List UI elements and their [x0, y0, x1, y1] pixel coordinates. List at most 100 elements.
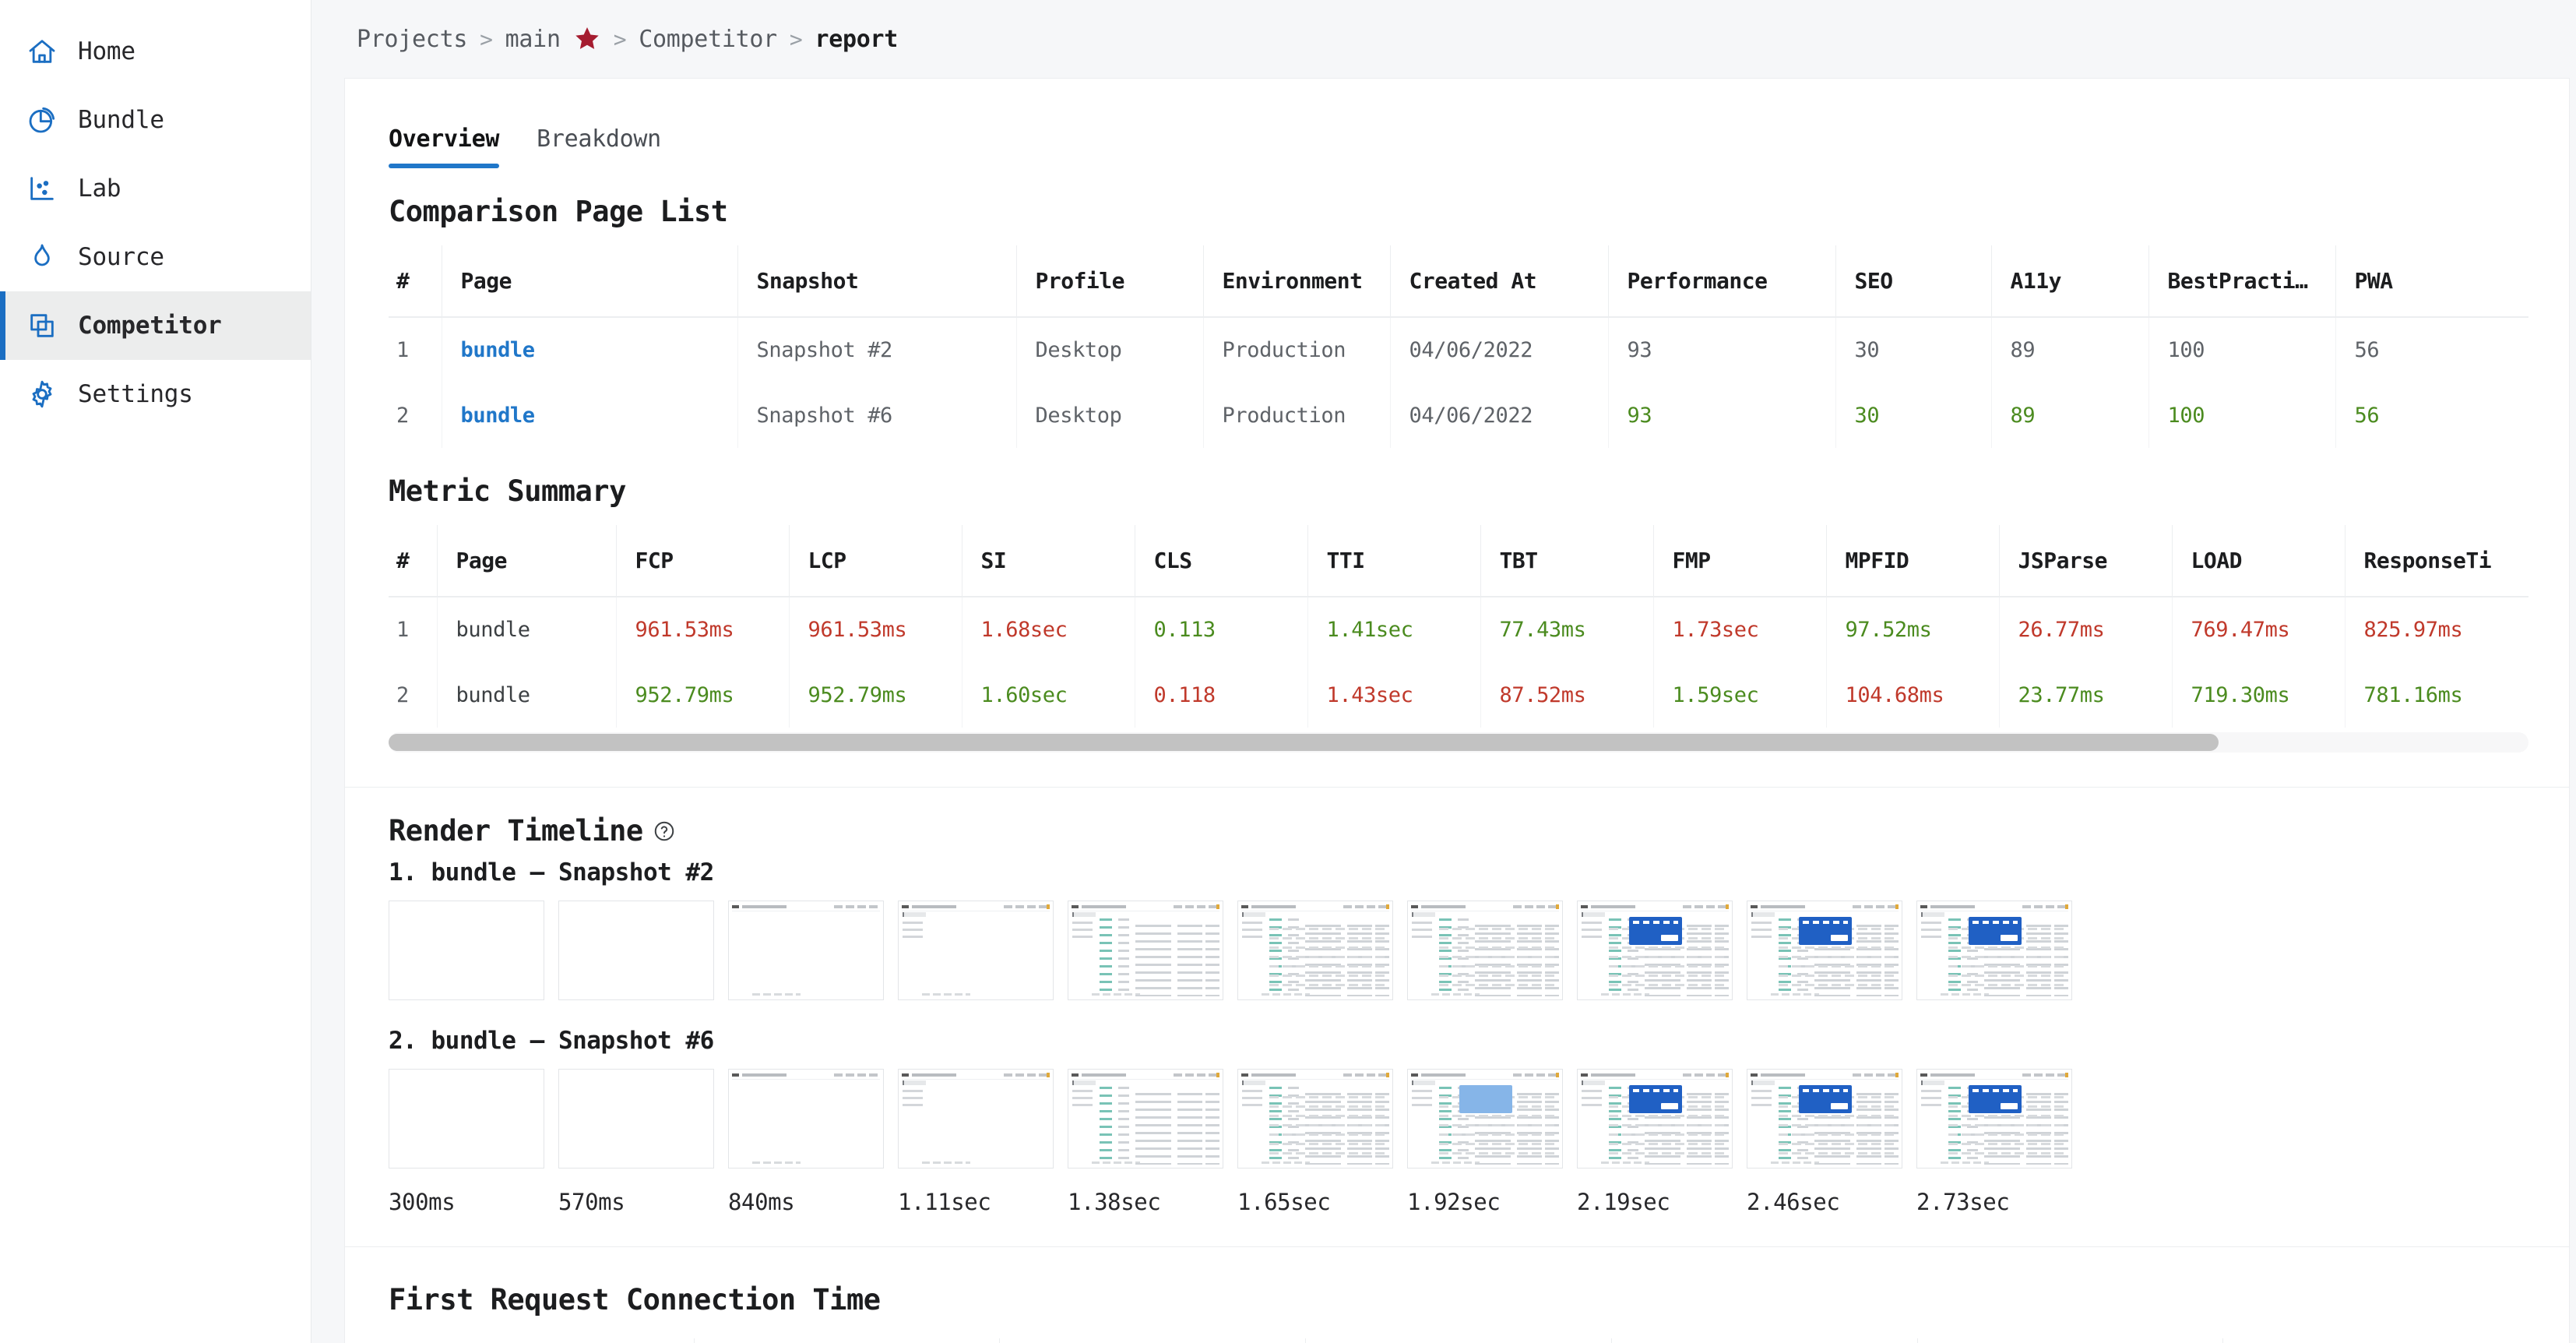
timeline-frame[interactable] — [898, 901, 1054, 1000]
breadcrumb-separator: > — [789, 26, 803, 52]
cell-seo: 30 — [1835, 317, 1991, 382]
cell-load: 719.30ms — [2171, 662, 2345, 728]
cell-page: bundle — [441, 382, 737, 448]
col-snapshot[interactable]: Snapshot — [737, 245, 1016, 318]
sidebar-item-label: Bundle — [78, 106, 164, 134]
render-timeline-title: Render Timeline — [345, 788, 2569, 848]
breadcrumb-projects[interactable]: Projects — [357, 26, 467, 53]
col-jsparse[interactable]: JSParse — [1998, 525, 2172, 597]
sidebar-item-bundle[interactable]: Bundle — [0, 86, 311, 154]
sidebar-item-lab[interactable]: Lab — [0, 154, 311, 223]
report-panel: Overview Breakdown Comparison Page List — [344, 78, 2570, 1343]
col-load[interactable]: LOAD — [2171, 525, 2345, 597]
cell-fmp: 1.73sec — [1652, 597, 1826, 662]
first-request-col — [389, 1338, 694, 1343]
col-seo[interactable]: SEO — [1835, 245, 1991, 318]
timeline-time-label: 1.38sec — [1068, 1189, 1161, 1215]
col-performance[interactable]: Performance — [1607, 245, 1835, 318]
cell-responsetime: 825.97ms — [2344, 597, 2528, 662]
page-link[interactable]: bundle — [461, 338, 536, 362]
page-link[interactable]: bundle — [461, 404, 536, 428]
table-row[interactable]: 2 bundle 952.79ms 952.79ms 1.60sec 0.118… — [389, 662, 2528, 728]
timeline-frame[interactable] — [389, 1069, 544, 1169]
col-fcp[interactable]: FCP — [615, 525, 789, 597]
timeline-frame[interactable] — [558, 901, 714, 1000]
timeline-frame[interactable] — [1237, 1069, 1393, 1169]
timeline-frame[interactable] — [1407, 1069, 1563, 1169]
table-row[interactable]: 2 bundle Snapshot #6 Desktop Production … — [389, 382, 2528, 448]
timeline-frame[interactable] — [1916, 1069, 2072, 1169]
col-lcp[interactable]: LCP — [788, 525, 962, 597]
sidebar-item-settings[interactable]: Settings — [0, 360, 311, 428]
timeline-time-label: 2.19sec — [1577, 1189, 1670, 1215]
cell-si: 1.68sec — [961, 597, 1135, 662]
col-pwa[interactable]: PWA — [2335, 245, 2528, 318]
timeline-time-labels: 300ms 570ms 840ms 1.11sec 1.38sec 1.65sec 1.92… — [345, 1169, 2569, 1215]
col-fmp[interactable]: FMP — [1652, 525, 1826, 597]
col-a11y[interactable]: A11y — [1990, 245, 2148, 318]
col-tti[interactable]: TTI — [1307, 525, 1480, 597]
table-row[interactable]: 1 bundle Snapshot #2 Desktop Production … — [389, 317, 2528, 382]
col-mpfid[interactable]: MPFID — [1825, 525, 1999, 597]
col-page[interactable]: Page — [436, 525, 616, 597]
sidebar-item-competitor[interactable]: Competitor — [0, 291, 311, 360]
col-profile[interactable]: Profile — [1015, 245, 1203, 318]
timeline-frame[interactable] — [1237, 901, 1393, 1000]
strip-label-1: 1. bundle — Snapshot #2 — [389, 858, 714, 887]
col-environment[interactable]: Environment — [1202, 245, 1390, 318]
timeline-frame[interactable] — [558, 1069, 714, 1169]
timeline-frame[interactable] — [898, 1069, 1054, 1169]
strip-label-2: 2. bundle — Snapshot #6 — [389, 1027, 714, 1055]
cell-index: 1 — [396, 618, 409, 642]
timeline-frame[interactable] — [728, 1069, 884, 1169]
scrollbar-thumb[interactable] — [389, 734, 2219, 751]
col-si[interactable]: SI — [961, 525, 1135, 597]
tab-breakdown[interactable]: Breakdown — [519, 125, 678, 168]
tab-bar: Overview Breakdown — [345, 79, 2569, 168]
cell-snapshot: Snapshot #2 — [737, 317, 1016, 382]
cell-tti: 1.43sec — [1307, 662, 1480, 728]
cell-lcp: 961.53ms — [788, 597, 962, 662]
copy-layers-icon — [26, 310, 58, 341]
col-bestpractices[interactable]: BestPracti… — [2148, 245, 2335, 318]
col-tbt[interactable]: TBT — [1480, 525, 1653, 597]
question-circle-icon[interactable] — [653, 820, 676, 843]
col-created-at[interactable]: Created At — [1389, 245, 1608, 318]
timeline-frame[interactable] — [728, 901, 884, 1000]
flame-icon — [26, 241, 58, 273]
cell-environment: Production — [1202, 382, 1390, 448]
breadcrumb-competitor[interactable]: Competitor — [639, 26, 777, 53]
timeline-frame[interactable] — [1916, 901, 2072, 1000]
col-index[interactable]: # — [389, 525, 437, 597]
col-index[interactable]: # — [389, 245, 442, 318]
cell-created-at: 04/06/2022 — [1389, 382, 1608, 448]
table-row[interactable]: 1 bundle 961.53ms 961.53ms 1.68sec 0.113… — [389, 597, 2528, 662]
timeline-frame[interactable] — [389, 901, 544, 1000]
col-cls[interactable]: CLS — [1134, 525, 1307, 597]
timeline-time-label: 840ms — [728, 1189, 795, 1215]
filmstrip-1 — [345, 887, 2569, 1000]
col-responsetime[interactable]: ResponseTi — [2344, 525, 2528, 597]
breadcrumb-main[interactable]: main — [505, 26, 561, 53]
cell-index: 2 — [396, 403, 409, 428]
cell-bestpractices: 100 — [2148, 382, 2335, 448]
cell-environment: Production — [1202, 317, 1390, 382]
metrics-horizontal-scrollbar[interactable] — [389, 732, 2528, 753]
render-timeline-title-text: Render Timeline — [389, 814, 643, 848]
timeline-frame[interactable] — [1407, 901, 1563, 1000]
timeline-frame[interactable] — [1068, 1069, 1223, 1169]
timeline-frame[interactable] — [1068, 901, 1223, 1000]
cell-page: bundle — [436, 662, 616, 728]
timeline-frame[interactable] — [1747, 901, 1902, 1000]
first-request-col — [693, 1338, 1000, 1343]
sidebar-item-source[interactable]: Source — [0, 223, 311, 291]
first-request-col — [999, 1338, 1305, 1343]
timeline-frame[interactable] — [1577, 901, 1733, 1000]
sidebar-item-home[interactable]: Home — [0, 17, 311, 86]
timeline-frame[interactable] — [1577, 1069, 1733, 1169]
timeline-frame[interactable] — [1747, 1069, 1902, 1169]
cell-mpfid: 104.68ms — [1825, 662, 1999, 728]
metrics-table-wrap: # Page FCP LCP SI CLS TTI TBT FMP MPFID … — [389, 525, 2528, 728]
col-page[interactable]: Page — [441, 245, 737, 318]
tab-overview[interactable]: Overview — [389, 125, 519, 168]
